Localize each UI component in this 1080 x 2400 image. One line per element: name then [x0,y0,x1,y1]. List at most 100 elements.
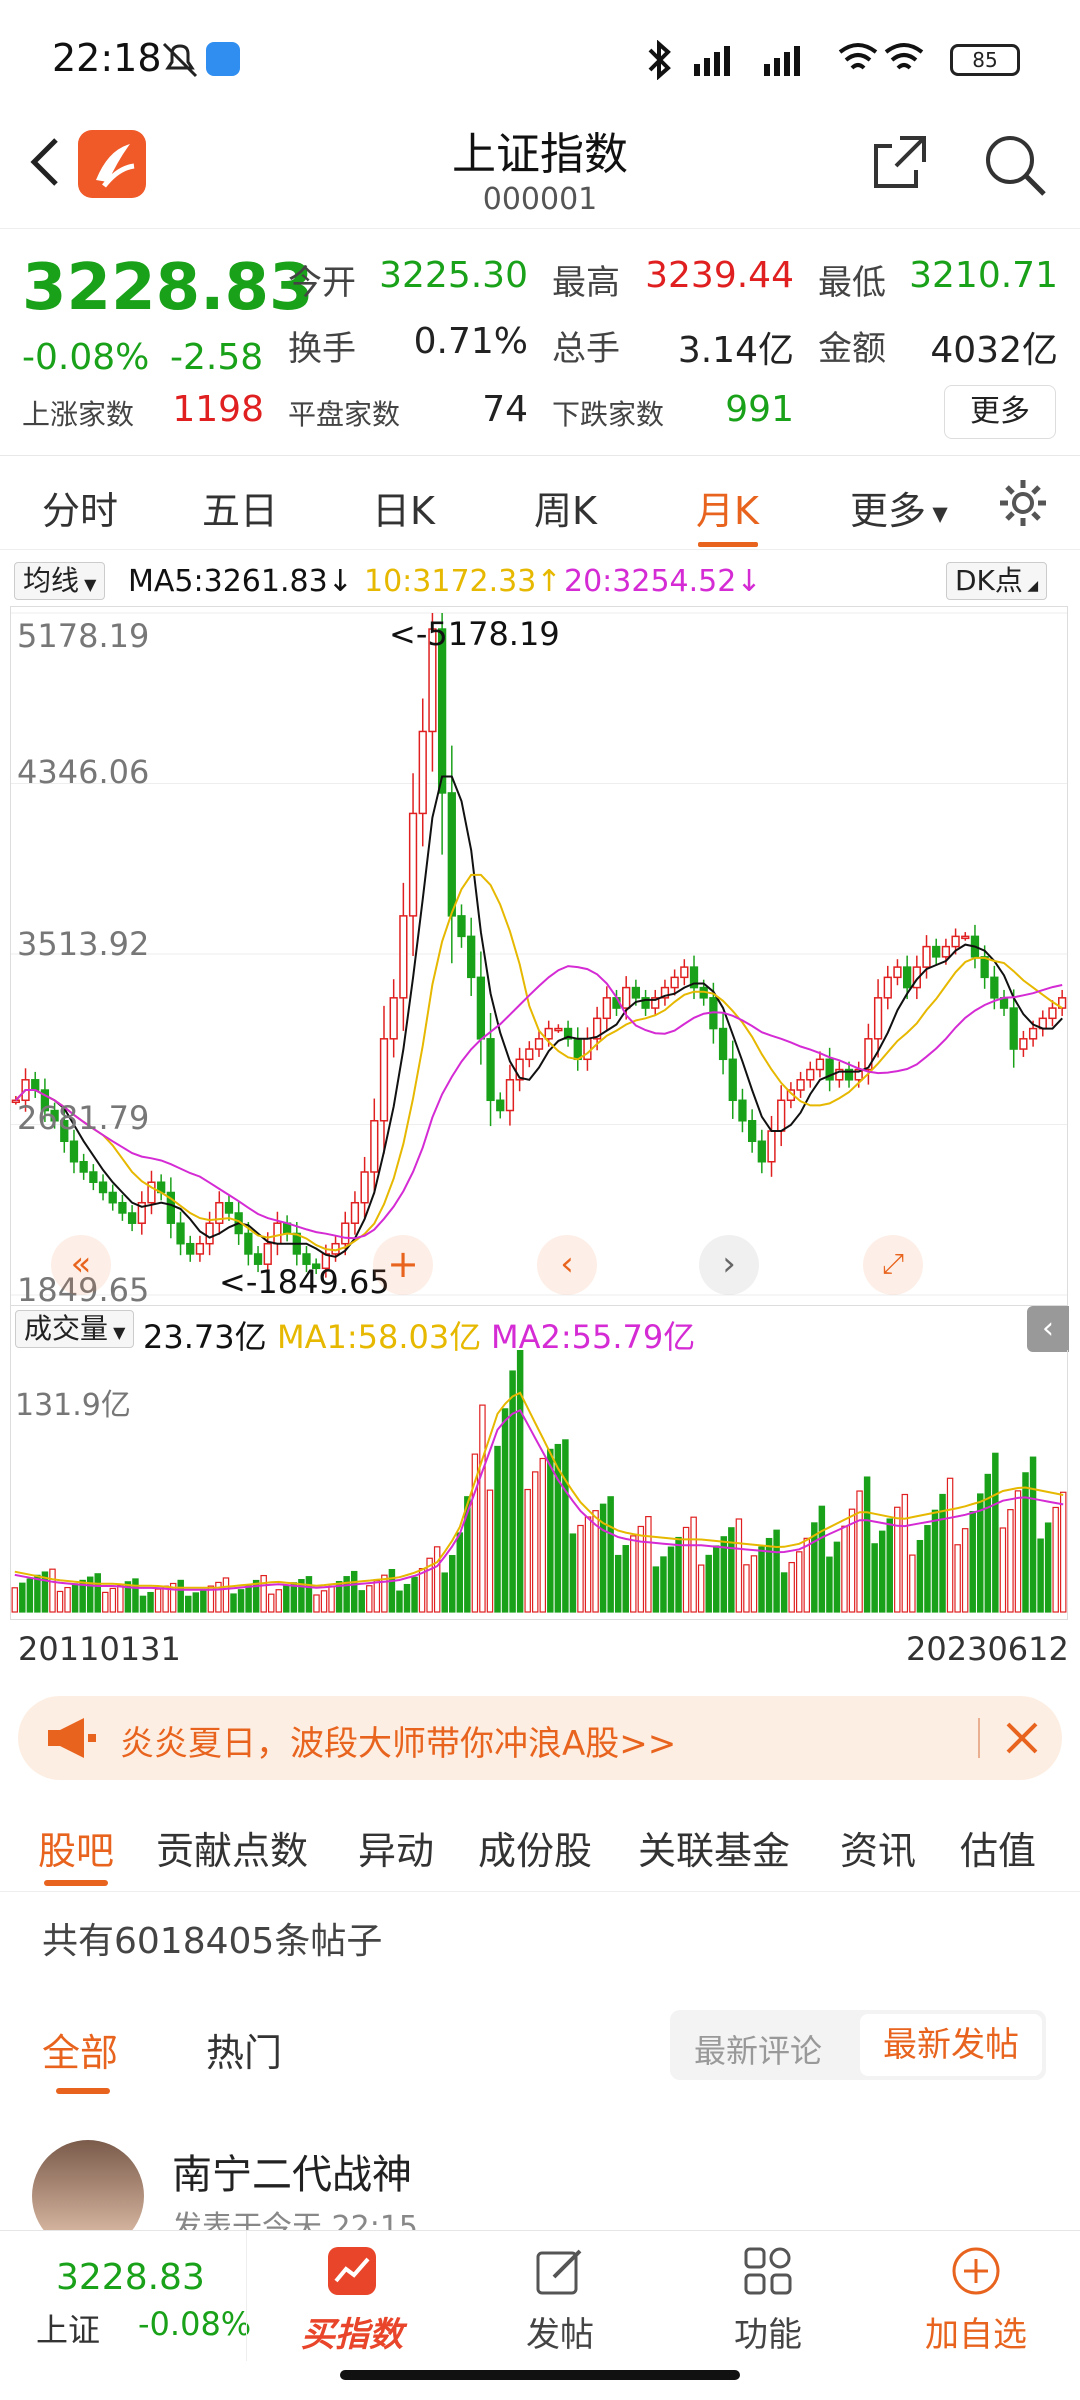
tab-news[interactable]: 资讯 [840,1820,916,1875]
tab-all-posts[interactable]: 全部 [42,2022,118,2077]
candle-body [1009,1007,1018,1050]
scroll-right-icon[interactable]: › [699,1235,759,1295]
volume-bar [863,1476,871,1613]
ma20-value: 20:3254.52↓ [564,564,762,599]
promo-banner[interactable]: 炎炎夏日，波段大师带你冲浪A股>> [18,1696,1062,1780]
candle-body [767,1130,776,1163]
volume-bar [456,1532,464,1613]
fullscreen-icon[interactable]: ⤢ [863,1235,923,1295]
candle-body [932,945,941,958]
volume-bar [841,1525,848,1613]
candle-body [370,1120,379,1173]
add-watchlist-button[interactable]: 加自选 [896,2231,1056,2361]
ma5-line [15,775,1063,1258]
volume-bar [584,1516,592,1613]
volume-bar [162,1585,169,1613]
volume-bar [192,1592,200,1613]
current-price: 3228.83 [22,251,314,325]
volume-bar [1052,1506,1059,1613]
share-icon[interactable] [870,132,930,192]
volume-bar [366,1585,373,1613]
volume-bar [320,1590,328,1613]
tab-guba[interactable]: 股吧 [38,1820,114,1875]
volume-bar [645,1516,652,1613]
candle-body [263,1242,272,1265]
post-button[interactable]: 发帖 [480,2231,640,2361]
volume-bar [577,1524,584,1613]
candlestick-svg [11,612,1067,1296]
volume-bar [290,1582,298,1613]
tab-weekly-k[interactable]: 周K [534,480,597,535]
volume-bar [275,1589,283,1613]
buy-index-button[interactable]: 买指数 [272,2231,432,2361]
candle-body [437,628,447,794]
tab-anomaly[interactable]: 异动 [358,1820,434,1875]
features-button[interactable]: 功能 [688,2231,848,2361]
candlestick-chart[interactable]: 5178.19 4346.06 3513.92 2681.79 1849.65 … [10,606,1068,1309]
post-author[interactable]: 南宁二代战神 [172,2142,412,2200]
tab-valuation[interactable]: 估值 [960,1820,1036,1875]
candle-body [622,986,631,1009]
min-price-marker: <-1849.65 [219,1263,390,1301]
scroll-left-fast-icon[interactable]: « [51,1235,111,1295]
candle-body [718,1027,728,1061]
tab-contribution[interactable]: 贡献点数 [156,1820,308,1875]
search-icon[interactable] [980,130,1050,200]
volume-bar [984,1473,992,1613]
dk-point-button[interactable]: DK点 ◢ [946,562,1048,600]
up-count: 1198 [172,389,264,430]
zoom-in-icon[interactable]: + [373,1235,433,1295]
grid-icon [744,2247,792,2295]
candle-body [69,1140,79,1163]
candle-body [457,915,466,938]
volume-bar [1044,1522,1052,1613]
candle-body [447,792,456,917]
post-item[interactable]: 南宁二代战神 发表于今天 22:15 [0,2110,1080,2252]
sort-latest-comment[interactable]: 最新评论 [694,2026,822,2072]
candle-body [777,1099,786,1132]
post-label: 发帖 [526,2315,594,2355]
volume-bar [856,1490,863,1613]
candle-body [379,1038,389,1122]
tab-hot-posts[interactable]: 热门 [206,2022,282,2077]
volume-bar [132,1578,139,1613]
low-label: 最低 [818,263,886,303]
post-count: 共有6018405条帖子 [42,1921,383,1962]
tab-daily-k[interactable]: 日K [372,480,435,535]
tab-five-day[interactable]: 五日 [202,480,278,535]
volume-bar [818,1505,826,1613]
ma-selector[interactable]: 均线 ▼ [14,562,106,600]
volume-bar [350,1570,358,1613]
volume-bar [637,1525,645,1613]
volume-bar [411,1576,418,1613]
tab-more[interactable]: 更多 ▼ [850,480,948,535]
volume-y-max: 131.9亿 [15,1388,131,1423]
tab-monthly-k[interactable]: 月K [696,480,759,535]
candle-body [990,976,999,999]
volume-bar [494,1445,501,1613]
open-label: 今开 [288,263,356,303]
bottom-divider [246,2231,247,2361]
turnover-label: 换手 [288,329,356,369]
volume-bar [743,1564,750,1613]
more-quote-button[interactable]: 更多 [944,385,1056,439]
candle-body [903,966,912,989]
volume-selector[interactable]: 成交量 ▼ [15,1310,135,1348]
settings-gear-icon[interactable] [996,476,1050,530]
candle-body [544,1027,553,1040]
edit-icon [536,2249,582,2295]
collapse-panel-icon[interactable]: ‹ [1027,1306,1069,1352]
sort-latest-post[interactable]: 最新发帖 [860,2014,1042,2076]
volume-bar [1037,1538,1044,1613]
volume-bar [245,1584,252,1613]
tab-intraday[interactable]: 分时 [42,480,118,535]
tab-related-funds[interactable]: 关联基金 [638,1820,790,1875]
volume-bar [690,1516,697,1613]
candle-body [98,1181,108,1194]
close-icon[interactable] [1002,1718,1042,1758]
tab-constituents[interactable]: 成份股 [478,1820,592,1875]
candle-body [399,915,408,999]
scroll-left-icon[interactable]: ‹ [537,1235,597,1295]
volume-bar [758,1546,765,1613]
home-indicator[interactable] [340,2370,740,2380]
